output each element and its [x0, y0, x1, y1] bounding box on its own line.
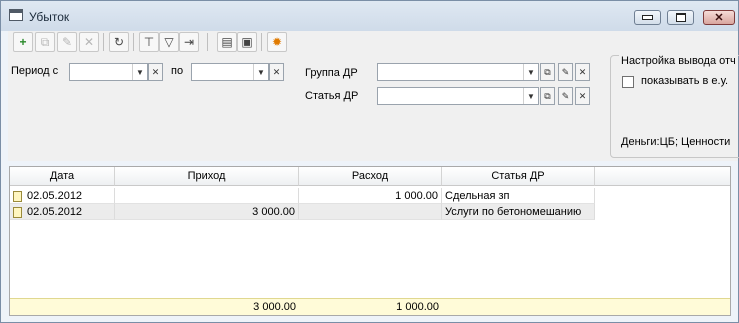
close-button[interactable]: ✕	[703, 10, 735, 25]
maximize-icon	[668, 11, 693, 24]
save-icon: ▣	[241, 35, 253, 49]
hierarchy-icon: ⊤	[143, 35, 155, 49]
chevron-down-icon[interactable]: ▼	[523, 88, 538, 104]
output-settings-group: Настройка вывода отч показывать в е.у. Д…	[610, 55, 739, 158]
delete-icon: ✕	[83, 35, 95, 49]
cell-article: Сдельная зп	[442, 188, 595, 204]
data-grid: Дата Приход Расход Статья ДР 02.05.2012 …	[9, 166, 731, 316]
filter-button[interactable]: ▽	[159, 32, 179, 52]
edit-icon: ✎	[61, 35, 73, 49]
group-clear-button[interactable]: ✕	[575, 63, 590, 81]
refresh-icon: ↻	[113, 35, 125, 49]
cell-income: 3 000.00	[115, 204, 299, 220]
period-to-label: по	[171, 65, 184, 77]
output-settings-summary: Деньги:ЦБ; Ценности	[621, 136, 731, 148]
clear-icon: ✕	[272, 66, 281, 77]
clear-period-to-button[interactable]: ✕	[269, 63, 284, 81]
settings-button[interactable]: ✹	[267, 32, 287, 52]
toolbar-separator	[133, 33, 134, 51]
total-income: 3 000.00	[253, 301, 296, 313]
chevron-down-icon[interactable]: ▼	[523, 64, 538, 80]
toolbar-separator	[261, 33, 262, 51]
article-open-button[interactable]: ⧉	[540, 87, 555, 105]
maximize-button[interactable]	[667, 10, 694, 25]
delete-button[interactable]: ✕	[79, 32, 99, 52]
minimize-icon	[635, 11, 660, 24]
cell-expense: 1 000.00	[299, 188, 442, 204]
edit-button[interactable]: ✎	[57, 32, 77, 52]
cell-date: 02.05.2012	[10, 188, 115, 204]
filter-panel: + ⧉ ✎ ✕ ↻ ⊤ ▽ ⇥ ▤ ▣ ✹ Период с ▼ ✕ по ▼ …	[8, 31, 739, 161]
cell-expense	[299, 204, 442, 220]
totals-row: 3 000.00 1 000.00	[10, 298, 730, 315]
column-header-expense[interactable]: Расход	[299, 167, 442, 186]
chevron-down-icon[interactable]: ▼	[132, 64, 147, 80]
open-form-icon: ⧉	[544, 90, 551, 101]
clear-icon: ✕	[151, 66, 160, 77]
clear-period-from-button[interactable]: ✕	[148, 63, 163, 81]
column-header-empty	[595, 167, 730, 186]
period-to-date-field[interactable]: ▼	[191, 63, 269, 81]
group-open-button[interactable]: ⧉	[540, 63, 555, 81]
filter-icon: ▽	[164, 35, 174, 49]
add-button[interactable]: +	[13, 32, 33, 52]
date-value: 02.05.2012	[27, 206, 83, 218]
add-icon: +	[19, 35, 27, 49]
copy-button[interactable]: ⧉	[35, 32, 55, 52]
date-value: 02.05.2012	[27, 190, 83, 202]
period-from-date-field[interactable]: ▼	[69, 63, 148, 81]
close-icon: ✕	[714, 12, 724, 24]
toolbar-separator	[207, 33, 208, 51]
window: Убыток ✕ + ⧉ ✎ ✕ ↻ ⊤ ▽ ⇥ ▤ ▣ ✹ Период с …	[0, 0, 739, 323]
article-clear-button[interactable]: ✕	[575, 87, 590, 105]
group-edit-button[interactable]: ✎	[558, 63, 573, 81]
cell-income	[115, 188, 299, 204]
chevron-down-icon[interactable]: ▼	[253, 64, 268, 80]
document-icon	[13, 207, 22, 218]
group-select[interactable]: ▼	[377, 63, 539, 81]
output-settings-title: Настройка вывода отч	[619, 55, 738, 67]
settings-icon: ✹	[271, 35, 283, 49]
show-in-units-label: показывать в е.у.	[641, 75, 729, 87]
column-header-article[interactable]: Статья ДР	[442, 167, 595, 186]
column-header-date[interactable]: Дата	[10, 167, 115, 186]
form-icon	[9, 9, 23, 21]
article-select[interactable]: ▼	[377, 87, 539, 105]
filter-clear-button[interactable]: ⇥	[179, 32, 199, 52]
title-bar[interactable]: Убыток ✕	[1, 1, 738, 31]
refresh-button[interactable]: ↻	[109, 32, 129, 52]
cell-date: 02.05.2012	[10, 204, 115, 220]
toolbar-separator	[103, 33, 104, 51]
total-expense: 1 000.00	[396, 301, 439, 313]
cell-article: Услуги по бетономешанию	[442, 204, 595, 220]
report-button[interactable]: ▤	[217, 32, 237, 52]
open-form-icon: ⧉	[544, 66, 551, 77]
report-icon: ▤	[221, 35, 233, 49]
minimize-button[interactable]	[634, 10, 661, 25]
hierarchy-button[interactable]: ⊤	[139, 32, 159, 52]
column-header-income[interactable]: Приход	[115, 167, 299, 186]
show-in-units-checkbox[interactable]	[622, 76, 634, 88]
clear-icon: ✕	[578, 66, 587, 77]
period-from-label: Период с	[11, 65, 59, 77]
document-icon	[13, 191, 22, 202]
article-label: Статья ДР	[305, 90, 359, 102]
save-button[interactable]: ▣	[237, 32, 257, 52]
pencil-icon: ✎	[561, 66, 570, 77]
window-title: Убыток	[29, 10, 70, 24]
pencil-icon: ✎	[561, 90, 570, 101]
filter-clear-icon: ⇥	[183, 35, 195, 49]
group-label: Группа ДР	[305, 67, 358, 79]
clear-icon: ✕	[578, 90, 587, 101]
copy-icon: ⧉	[40, 34, 50, 49]
article-edit-button[interactable]: ✎	[558, 87, 573, 105]
